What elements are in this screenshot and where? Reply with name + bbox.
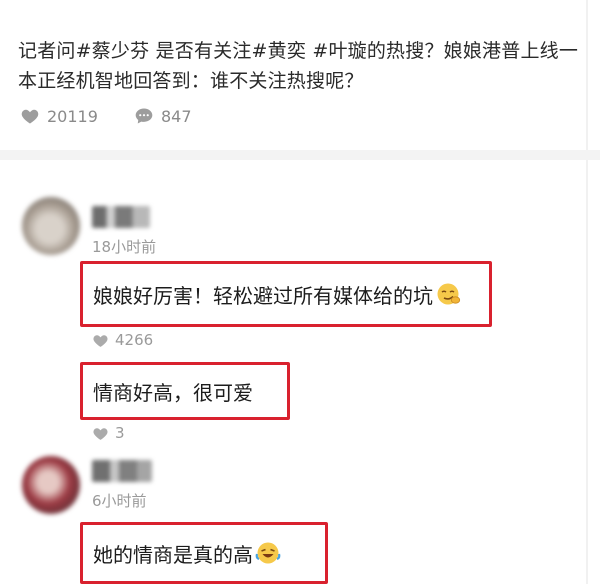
post-text: 记者问#蔡少芬 是否有关注#黄奕 #叶璇的热搜？娘娘港普上线一本正经机智地回答到… <box>18 40 579 92</box>
like-count-button[interactable]: 20119 <box>20 106 98 126</box>
speech-bubble-icon <box>134 106 154 126</box>
reply-like-count: 4266 <box>115 331 154 349</box>
comment-count: 847 <box>161 106 192 126</box>
reply-like-button[interactable]: 4266 <box>92 331 153 349</box>
laughing-tears-emoji-icon <box>255 541 281 565</box>
comment-text: 她的情商是真的高 <box>93 542 253 567</box>
heart-icon <box>20 106 40 126</box>
comment-count-button[interactable]: 847 <box>134 106 192 126</box>
username-blurred[interactable] <box>92 206 150 228</box>
comment-time: 6小时前 <box>92 492 147 510</box>
smirk-emoji-icon <box>435 282 461 306</box>
section-divider <box>0 150 600 160</box>
reply-like-count: 3 <box>115 424 125 442</box>
username-blurred[interactable] <box>92 460 152 482</box>
heart-icon <box>92 425 109 442</box>
comment-text: 情商好高，很可爱 <box>93 380 253 405</box>
comment-text: 娘娘好厉害！轻松避过所有媒体给的坑 <box>93 283 433 308</box>
like-count: 20119 <box>47 106 98 126</box>
comment-reply-highlighted: 情商好高，很可爱 <box>80 362 290 420</box>
comment-reply-highlighted: 她的情商是真的高 <box>80 522 328 584</box>
avatar[interactable] <box>22 456 80 514</box>
comment-time: 18小时前 <box>92 238 157 256</box>
heart-icon <box>92 332 109 349</box>
avatar[interactable] <box>22 197 80 255</box>
reply-like-button[interactable]: 3 <box>92 424 125 442</box>
page-edge-line <box>586 0 588 584</box>
comment-reply-highlighted: 娘娘好厉害！轻松避过所有媒体给的坑 <box>80 261 492 327</box>
